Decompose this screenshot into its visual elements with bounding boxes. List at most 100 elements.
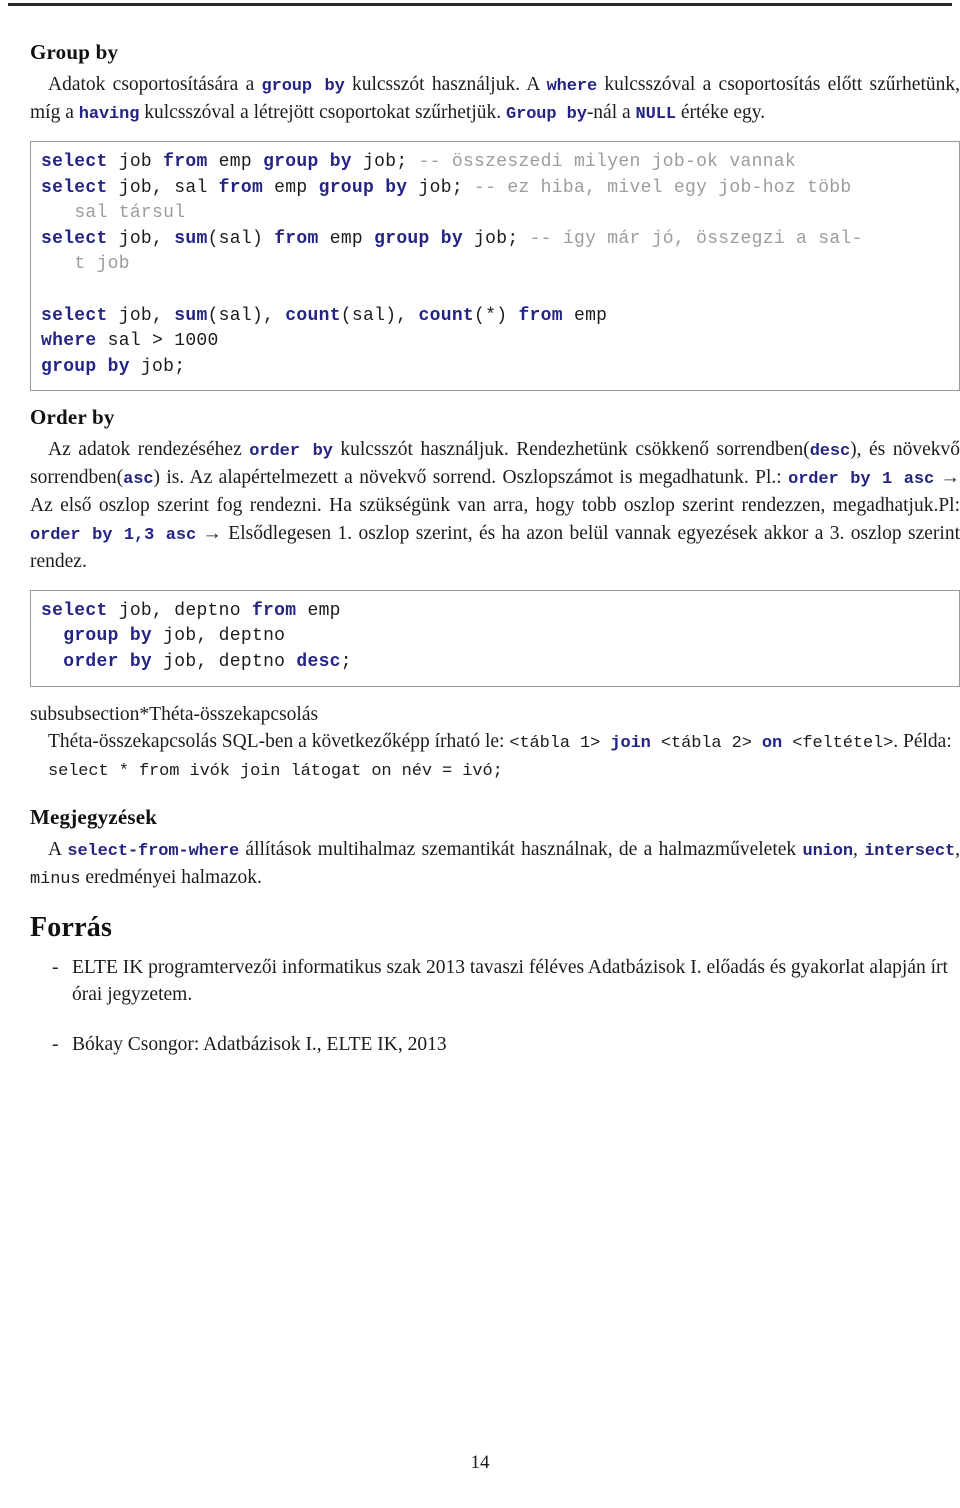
document-page: Group by Adatok csoportosítására a group… [0,0,960,1508]
code-token-k: select [41,152,108,173]
heading-group-by: Group by [30,40,119,64]
code-token-n: job, [107,305,175,326]
text-fragment: kulcsszót használjuk. Rendezhetünk csökk… [332,439,810,461]
code-block-group-by: select job from emp group by job; -- öss… [30,141,960,392]
code-token-k: sum [174,228,208,249]
code-token-n: név = ivó; [391,762,503,782]
inline-keyword-desc: desc [809,442,851,462]
text-fragment: A [48,838,68,860]
text-fragment: Théta-összekapcsolás SQL-ben a következő… [48,731,510,753]
text-fragment: kulcsszóval a létrejött csoportokat szűr… [139,102,506,124]
text-fragment: Adatok csoportosítására a [48,74,262,95]
inline-literal-feltetel: <feltétel> [782,734,894,754]
text-fragment: állítások multihalmaz szemantikát haszná… [239,838,803,860]
inline-keyword-union: union [802,841,853,861]
sources-list: - ELTE IK programtervezői informatikus sz… [30,954,960,1059]
code-token-k: desc [296,652,341,673]
list-item-text: ELTE IK programtervezői informatikus sza… [72,956,948,1006]
text-fragment: , [955,838,960,860]
code-token-k: group by [318,177,408,198]
inline-keyword-on: on [761,734,783,754]
code-token-n: job; [407,177,475,198]
paragraph-group-by: Adatok csoportosítására a group by kulcs… [30,71,960,127]
inline-keyword-order-by-13-asc: order by 1,3 asc [30,526,197,546]
code-token-n: job, [107,228,175,249]
code-token-n: emp [318,228,375,249]
code-token-k: count [285,305,341,326]
code-token-k: select [41,228,108,249]
code-block-order-by-content: select job, deptno from emp group by job… [41,599,949,676]
paragraph-theta-join: Théta-összekapcsolás SQL-ben a következő… [30,728,960,756]
inline-literal-tabla-1: <tábla 1> [509,734,611,754]
code-token-n: (sal) [207,228,275,249]
inline-keyword-null: NULL [635,105,677,125]
inline-keyword-intersect: intersect [864,841,956,861]
text-fragment: értéke egy. [675,102,766,124]
theta-join-example: select * from ivók join látogat on név =… [30,756,960,784]
text-fragment: -nál a [586,102,636,124]
text-fragment: , [852,838,865,860]
code-token-k: select [41,600,108,621]
code-token-k: on [371,762,392,782]
code-token-n: (sal), [207,305,286,326]
code-token-n: sal > 1000 [107,331,219,352]
paragraph-notes: A select-from-where állítások multihalma… [30,836,960,892]
code-token-k: group by [374,228,463,249]
inline-keyword-asc: asc [123,470,154,490]
code-token-n: (*) [474,305,519,326]
paragraph-order-by: Az adatok rendezéséhez order by kulcsszó… [30,436,960,576]
code-token-k: join [239,762,281,782]
inline-keyword-group-by: group by [261,77,345,96]
code-token-c: -- összeszedi milyen job-ok vannak [418,152,796,173]
code-token-n: job; [351,152,419,173]
code-token-k: group by [41,356,130,377]
code-token-k: from [518,305,563,326]
inline-literal-minus: minus [30,869,81,889]
code-token-k: select [41,305,108,326]
heading-sources: Forrás [30,911,113,943]
code-token-k: group by [263,152,352,173]
text-fragment: Az adatok rendezéséhez [48,439,250,461]
code-token-n: emp [207,152,264,173]
inline-literal-tabla-2: <tábla 2> [650,734,762,754]
top-horizontal-rule [8,3,952,6]
code-token-n: job, deptno [152,652,297,673]
code-token-k: order by [63,652,153,673]
code-token-n: * [108,762,139,782]
list-item: - Bókay Csongor: Adatbázisok I., ELTE IK,… [30,1031,960,1059]
heading-notes: Megjegyzések [30,804,158,829]
theta-join-example-code: select * from ivók join látogat on név =… [48,762,503,781]
inline-keyword-where: where [546,77,598,96]
code-token-n: ivók [179,762,240,782]
code-token-k: sum [174,305,208,326]
text-fragment: eredményei halmazok. [80,866,262,888]
inline-keyword-group-by-2: Group by [505,105,587,125]
heading-order-by: Order by [30,405,115,430]
inline-keyword-join: join [610,734,651,754]
page-number: 14 [470,1452,490,1473]
code-token-n: (sal), [340,305,419,326]
code-token-n: job, deptno [107,600,252,621]
code-token-k: from [138,762,180,782]
code-token-k: from [218,177,264,198]
code-token-k: from [251,600,297,621]
code-token-n: job; [462,228,530,249]
code-token-k: where [41,331,97,352]
code-token-k: from [163,152,208,173]
code-token-k: from [274,228,319,249]
code-token-k: select [41,177,108,198]
code-token-k: group by [63,626,153,647]
code-token-k: count [418,305,475,326]
page-content: Group by Adatok csoportosítására a group… [30,40,960,1081]
list-item: - ELTE IK programtervezői informatikus sz… [30,954,960,1009]
inline-keyword-order-by: order by [249,442,333,462]
code-token-n: ; [340,652,352,673]
code-token-n: emp [573,305,608,326]
code-token-n: emp [263,177,319,198]
list-bullet-dash: - [52,1034,59,1056]
text-fragment: kulcsszót használjuk. A [344,74,547,95]
code-token-n: job, sal [107,177,219,198]
text-fragment: ) is. Az alapértelmezett a növekvő sorre… [153,467,789,489]
heading-theta-join: subsubsection*Théta-összekapcsolás [30,703,319,725]
list-bullet-dash: - [52,956,59,978]
